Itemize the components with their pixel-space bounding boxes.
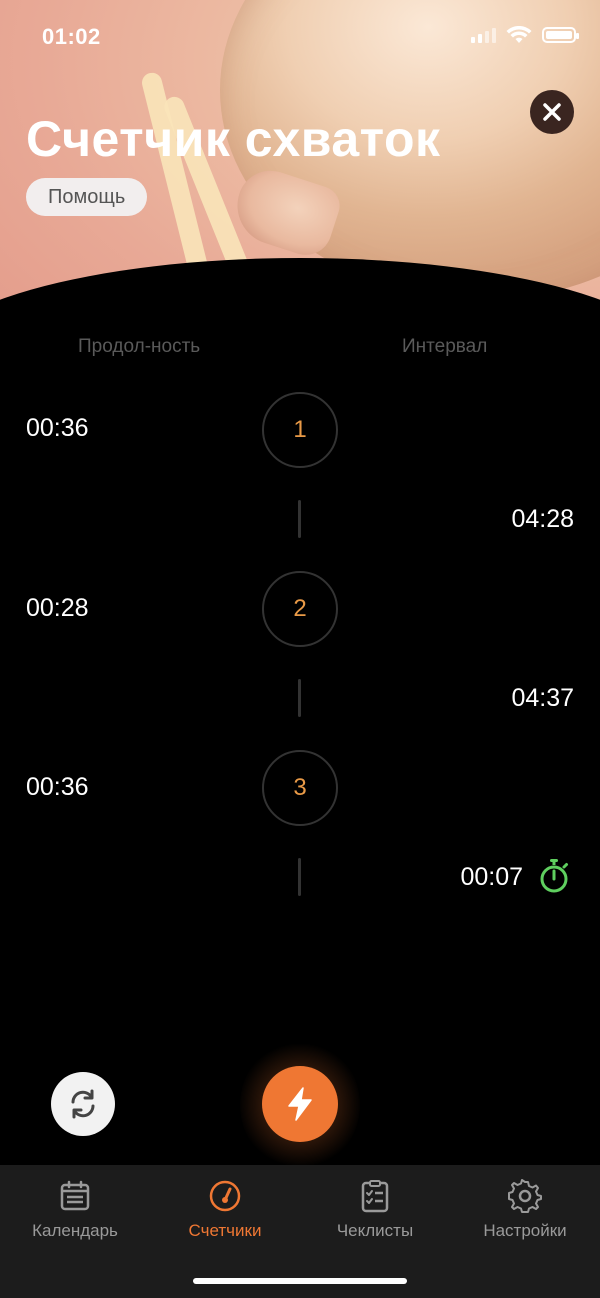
contraction-duration: 00:36 [26, 414, 89, 442]
tab-settings[interactable]: Настройки [450, 1165, 600, 1241]
tab-checklists[interactable]: Чеклисты [300, 1165, 450, 1241]
current-interval: 00:07 [460, 863, 523, 891]
timeline-connector [298, 500, 301, 538]
tab-counters[interactable]: Счетчики [150, 1165, 300, 1241]
status-time: 01:02 [42, 24, 101, 49]
contraction-duration: 00:28 [26, 594, 89, 622]
checklist-icon [361, 1180, 389, 1213]
calendar-icon [60, 1180, 90, 1211]
contraction-duration: 00:36 [26, 773, 89, 801]
cellular-signal-icon [471, 27, 496, 43]
tab-calendar-label: Календарь [32, 1221, 118, 1240]
close-icon [543, 103, 561, 121]
start-contraction-button[interactable] [262, 1066, 338, 1142]
help-button[interactable]: Помощь [26, 178, 148, 216]
contraction-number: 1 [262, 392, 338, 468]
interval-column-header: Интервал [402, 336, 488, 357]
tab-settings-label: Настройки [483, 1221, 567, 1240]
wifi-icon [506, 26, 532, 43]
contraction-number: 3 [262, 750, 338, 826]
home-indicator [193, 1278, 407, 1284]
duration-column-header: Продол-ность [78, 336, 201, 357]
reset-button[interactable] [51, 1072, 115, 1136]
timeline-connector [298, 679, 301, 717]
contraction-interval: 04:37 [511, 684, 574, 712]
gear-icon [508, 1179, 542, 1213]
contraction-interval: 04:28 [511, 505, 574, 533]
page-title: Счетчик схваток [26, 111, 441, 167]
close-button[interactable] [530, 90, 574, 134]
contraction-number: 2 [262, 571, 338, 647]
lightning-icon [288, 1087, 312, 1121]
tab-calendar[interactable]: Календарь [0, 1165, 150, 1241]
gauge-icon [209, 1180, 241, 1212]
stopwatch-icon [540, 859, 568, 893]
timeline-connector [298, 858, 301, 896]
refresh-icon [71, 1089, 95, 1119]
battery-icon [542, 27, 579, 43]
tab-checklists-label: Чеклисты [336, 1221, 414, 1240]
status-bar: 01:02 [0, 0, 600, 74]
tab-counters-label: Счетчики [188, 1221, 262, 1240]
